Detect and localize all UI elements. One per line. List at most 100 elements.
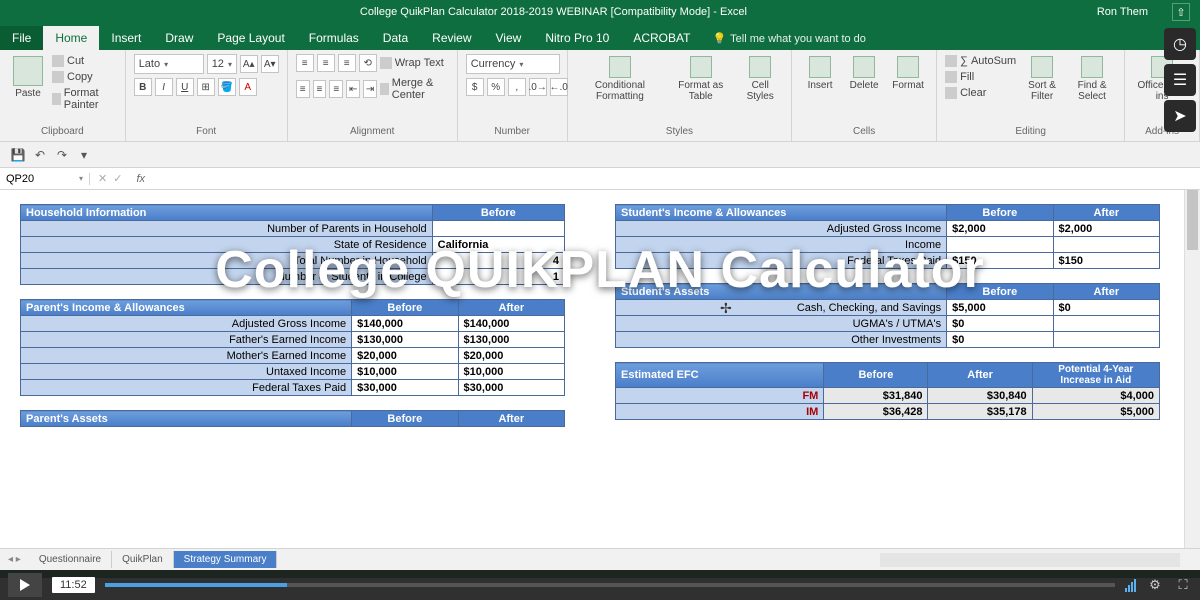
cells-group: Insert Delete Format Cells [792, 50, 937, 141]
align-bottom-button[interactable]: ≡ [338, 54, 356, 72]
find-select-button[interactable]: Find & Select [1068, 54, 1116, 104]
fill-button[interactable]: Fill [945, 70, 1016, 84]
file-tab[interactable]: File [0, 26, 43, 50]
font-name-select[interactable]: Lato [134, 54, 204, 74]
insert-icon [809, 56, 831, 78]
draw-tab[interactable]: Draw [153, 26, 205, 50]
page-layout-tab[interactable]: Page Layout [205, 26, 296, 50]
horizontal-scrollbar[interactable] [880, 553, 1180, 567]
format-painter-button[interactable]: Format Painter [52, 86, 117, 112]
paste-icon [13, 56, 43, 86]
delete-cells-button[interactable]: Delete [844, 54, 884, 93]
qat-customize[interactable]: ▾ [76, 147, 92, 163]
bulb-icon: 💡 [712, 32, 726, 45]
paste-button[interactable]: Paste [8, 54, 48, 101]
indent-decrease-button[interactable]: ⇤ [346, 80, 360, 98]
review-tab[interactable]: Review [420, 26, 483, 50]
italic-button[interactable]: I [155, 78, 173, 96]
underline-button[interactable]: U [176, 78, 194, 96]
fullscreen-icon[interactable]: ⛶ [1174, 576, 1192, 594]
worksheet-area[interactable]: College QUIKPLAN Calculator ✢ Household … [0, 190, 1200, 570]
decrease-decimal-button[interactable]: ←.0 [550, 78, 568, 96]
tell-me[interactable]: 💡Tell me what you want to do [702, 27, 875, 50]
parent-income-table: Parent's Income & AllowancesBeforeAfter … [20, 299, 565, 396]
bold-button[interactable]: B [134, 78, 152, 96]
settings-icon[interactable]: ⚙ [1146, 576, 1164, 594]
sort-filter-button[interactable]: Sort & Filter [1020, 54, 1064, 104]
autosum-button[interactable]: ∑ AutoSum [945, 54, 1016, 68]
sheet-tab-0[interactable]: Questionnaire [29, 551, 112, 568]
align-right-button[interactable]: ≡ [329, 80, 343, 98]
fill-color-button[interactable]: 🪣 [218, 78, 236, 96]
percent-button[interactable]: % [487, 78, 505, 96]
align-left-button[interactable]: ≡ [296, 80, 310, 98]
scroll-thumb[interactable] [1187, 190, 1198, 250]
delete-icon [853, 56, 875, 78]
cell-styles-icon [749, 56, 771, 78]
name-box[interactable]: QP20 [0, 173, 90, 185]
clear-button[interactable]: Clear [945, 86, 1016, 100]
align-center-button[interactable]: ≡ [313, 80, 327, 98]
send-icon[interactable]: ➤ [1164, 100, 1196, 132]
cut-button[interactable]: Cut [52, 54, 117, 68]
play-button[interactable] [8, 573, 42, 597]
orientation-button[interactable]: ⟲ [359, 54, 377, 72]
home-tab[interactable]: Home [43, 26, 99, 50]
insert-cells-button[interactable]: Insert [800, 54, 840, 93]
household-table: Household InformationBefore Number of Pa… [20, 204, 565, 285]
increase-font-button[interactable]: A▴ [240, 55, 258, 73]
increase-decimal-button[interactable]: .0→ [529, 78, 547, 96]
vertical-scrollbar[interactable]: ▲ ▼ [1184, 190, 1200, 570]
data-tab[interactable]: Data [371, 26, 420, 50]
menu-bar: File Home Insert Draw Page Layout Formul… [0, 24, 1200, 50]
window-title: College QuikPlan Calculator 2018-2019 WE… [10, 6, 1097, 18]
merge-center-button[interactable]: Merge & Center [380, 76, 449, 102]
align-middle-button[interactable]: ≡ [317, 54, 335, 72]
share-button[interactable]: ⇧ [1172, 3, 1190, 21]
user-name[interactable]: Ron Them [1097, 6, 1148, 18]
efc-table: Estimated EFC Before After Potential 4-Y… [615, 362, 1160, 420]
formulas-tab[interactable]: Formulas [297, 26, 371, 50]
save-icon[interactable]: 💾 [10, 147, 26, 163]
find-icon [1081, 56, 1103, 78]
view-tab[interactable]: View [484, 26, 534, 50]
accept-formula-icon[interactable]: ✓ [113, 172, 122, 185]
volume-icon[interactable] [1125, 578, 1136, 592]
clock-icon[interactable]: ◷ [1164, 28, 1196, 60]
font-color-button[interactable]: A [239, 78, 257, 96]
layers-icon[interactable]: ☰ [1164, 64, 1196, 96]
sheet-tab-2[interactable]: Strategy Summary [174, 551, 278, 568]
cell-styles-button[interactable]: Cell Styles [737, 54, 783, 104]
student-income-table: Student's Income & AllowancesBeforeAfter… [615, 204, 1160, 269]
wrap-text-button[interactable]: Wrap Text [380, 56, 444, 70]
video-progress[interactable] [105, 583, 1115, 587]
copy-button[interactable]: Copy [52, 70, 117, 84]
student-assets-table: Student's AssetsBeforeAfter Cash, Checki… [615, 283, 1160, 348]
formula-bar: QP20 ✕ ✓ fx [0, 168, 1200, 190]
font-size-select[interactable]: 12 [207, 54, 237, 74]
format-as-table-button[interactable]: Format as Table [668, 54, 733, 104]
sheet-tab-1[interactable]: QuikPlan [112, 551, 174, 568]
number-format-select[interactable]: Currency [466, 54, 560, 74]
comma-button[interactable]: , [508, 78, 526, 96]
sheet-nav[interactable]: ◂ ▸ [0, 554, 29, 565]
conditional-icon [609, 56, 631, 78]
format-icon [897, 56, 919, 78]
nitro-tab[interactable]: Nitro Pro 10 [533, 26, 621, 50]
styles-group: Conditional Formatting Format as Table C… [568, 50, 792, 141]
insert-tab[interactable]: Insert [99, 26, 153, 50]
decrease-font-button[interactable]: A▾ [261, 55, 279, 73]
redo-icon[interactable]: ↷ [54, 147, 70, 163]
undo-icon[interactable]: ↶ [32, 147, 48, 163]
fx-label[interactable]: fx [130, 173, 151, 185]
border-button[interactable]: ⊞ [197, 78, 215, 96]
currency-button[interactable]: $ [466, 78, 484, 96]
indent-increase-button[interactable]: ⇥ [363, 80, 377, 98]
video-controls: 11:52 ⚙ ⛶ [0, 570, 1200, 600]
conditional-formatting-button[interactable]: Conditional Formatting [576, 54, 664, 104]
align-top-button[interactable]: ≡ [296, 54, 314, 72]
cancel-formula-icon[interactable]: ✕ [98, 172, 107, 185]
format-cells-button[interactable]: Format [888, 54, 928, 93]
acrobat-tab[interactable]: ACROBAT [621, 26, 702, 50]
sheet-tabs-bar: ◂ ▸ Questionnaire QuikPlan Strategy Summ… [0, 548, 1200, 570]
